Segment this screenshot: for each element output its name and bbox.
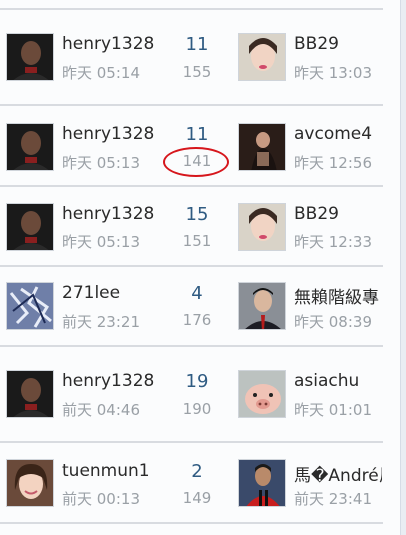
reply-count: 2 xyxy=(191,461,203,482)
view-count: 151 xyxy=(182,232,212,250)
poster-name[interactable]: tuenmun1 xyxy=(62,461,150,481)
man-dark-avatar[interactable] xyxy=(6,370,54,418)
last-post-time: 前天 23:41 xyxy=(294,490,372,508)
poster-time: 昨天 05:13 xyxy=(62,233,140,251)
last-post-time: 昨天 08:39 xyxy=(294,313,372,331)
poster-name[interactable]: henry1328 xyxy=(62,371,154,391)
footballer-red-avatar[interactable] xyxy=(238,459,286,507)
man-dark-avatar[interactable] xyxy=(6,203,54,251)
man-dark-avatar[interactable] xyxy=(6,123,54,171)
last-poster-name[interactable]: asiachu xyxy=(294,371,382,391)
last-poster-name[interactable]: 無賴階級專 xyxy=(294,283,382,308)
woman-dark-photo-avatar[interactable] xyxy=(238,123,286,171)
reply-count: 11 xyxy=(185,34,209,55)
last-post-time: 昨天 01:01 xyxy=(294,401,372,419)
last-post-time: 昨天 12:33 xyxy=(294,233,372,251)
last-poster-name[interactable]: avcome4 xyxy=(294,124,382,144)
woman-portrait-avatar[interactable] xyxy=(238,203,286,251)
poster-time: 前天 04:46 xyxy=(62,401,140,419)
abstract-scribble-avatar[interactable] xyxy=(6,282,54,330)
poster-time: 昨天 05:14 xyxy=(62,64,140,82)
poster-name[interactable]: henry1328 xyxy=(62,204,154,224)
reply-count: 4 xyxy=(191,283,203,304)
table-row: 271lee 前天 23:21 4 176 無賴階級專 昨天 08:39 xyxy=(0,267,383,347)
poster-name[interactable]: henry1328 xyxy=(62,34,154,54)
view-count: 190 xyxy=(182,400,212,418)
reply-count: 15 xyxy=(185,204,209,225)
poster-name[interactable]: henry1328 xyxy=(62,124,154,144)
poster-time: 昨天 05:13 xyxy=(62,154,140,172)
woman-smiling-avatar[interactable] xyxy=(6,459,54,507)
piglet-avatar[interactable] xyxy=(238,370,286,418)
scrollbar-track[interactable] xyxy=(400,0,406,535)
view-count: 149 xyxy=(182,489,212,507)
man-suit-avatar[interactable] xyxy=(238,282,286,330)
last-poster-name[interactable]: 馬�André尼 xyxy=(294,461,382,486)
reply-count: 11 xyxy=(185,124,209,145)
table-row: tuenmun1 前天 00:13 2 149 馬�André尼 前天 23:4… xyxy=(0,443,383,524)
last-poster-name[interactable]: BB29 xyxy=(294,34,382,54)
man-dark-avatar[interactable] xyxy=(6,33,54,81)
woman-portrait-avatar[interactable] xyxy=(238,33,286,81)
table-row: henry1328 前天 04:46 19 190 asiachu 昨天 01:… xyxy=(0,347,383,443)
row-divider xyxy=(0,522,383,524)
last-post-time: 昨天 13:03 xyxy=(294,64,372,82)
poster-time: 前天 00:13 xyxy=(62,490,140,508)
poster-name[interactable]: 271lee xyxy=(62,283,120,303)
table-row: henry1328 昨天 05:14 11 155 BB29 昨天 13:03 xyxy=(0,10,383,106)
last-poster-name[interactable]: BB29 xyxy=(294,204,382,224)
poster-time: 前天 23:21 xyxy=(62,313,140,331)
highlight-circle-annotation xyxy=(163,147,229,177)
view-count: 155 xyxy=(182,63,212,81)
reply-count: 19 xyxy=(185,371,209,392)
last-post-time: 昨天 12:56 xyxy=(294,154,372,172)
table-row: henry1328 昨天 05:13 15 151 BB29 昨天 12:33 xyxy=(0,187,383,267)
view-count: 176 xyxy=(182,311,212,329)
